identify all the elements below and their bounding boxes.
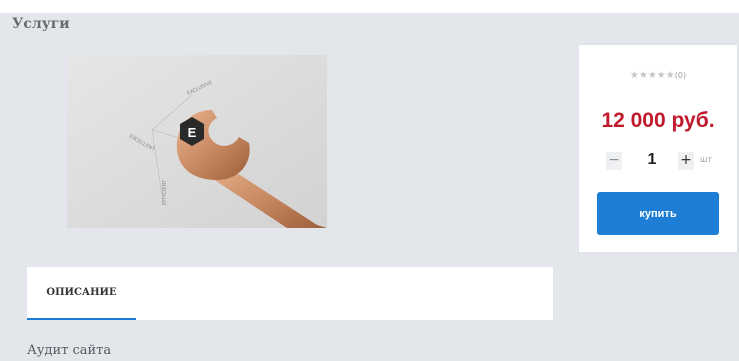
tab-description[interactable]: ОПИСАНИЕ bbox=[27, 267, 136, 320]
quantity-increase-button[interactable]: + bbox=[678, 152, 694, 170]
rating-count: (0) bbox=[674, 71, 687, 80]
label-efficient: EFFICIENT bbox=[162, 179, 168, 205]
quantity-decrease-button[interactable]: − bbox=[606, 152, 622, 170]
badge-letter: E bbox=[188, 125, 197, 140]
quantity-stepper: − 1 + шт bbox=[603, 151, 723, 174]
buy-card: ★★★★★(0) 12 000 руб. − 1 + шт купить bbox=[579, 45, 737, 252]
product-tabs: ОПИСАНИЕ bbox=[27, 267, 553, 320]
wrench-illustration: E EXCLUSIVE EXCELLENT EFFICIENT bbox=[67, 55, 327, 228]
quantity-unit: шт bbox=[700, 155, 712, 164]
rating[interactable]: ★★★★★(0) bbox=[579, 70, 737, 81]
buy-button[interactable]: купить bbox=[597, 192, 719, 235]
product-image[interactable]: E EXCLUSIVE EXCELLENT EFFICIENT bbox=[67, 55, 327, 228]
page-title: Услуги bbox=[12, 16, 70, 32]
page-top-strip bbox=[0, 0, 739, 13]
quantity-value[interactable]: 1 bbox=[641, 151, 663, 169]
description-text: Аудит сайта bbox=[27, 343, 112, 358]
product-price: 12 000 руб. bbox=[601, 109, 715, 132]
rating-stars-icon[interactable]: ★★★★★ bbox=[630, 70, 675, 81]
